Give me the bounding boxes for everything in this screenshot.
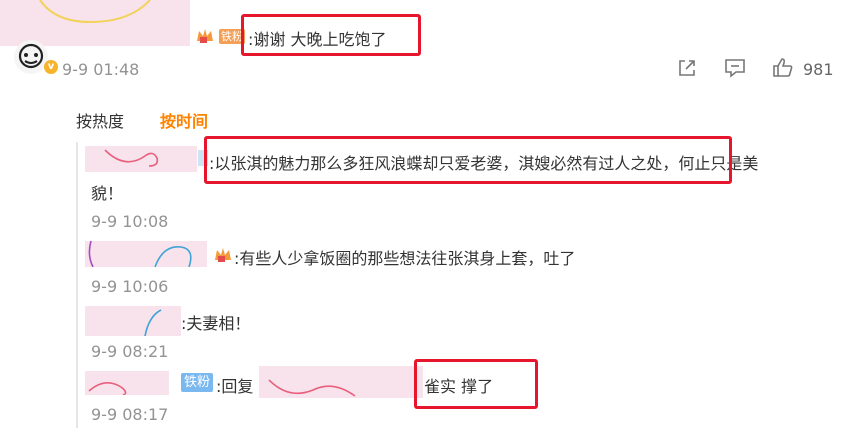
reply-time: 9-9 08:17	[91, 405, 169, 424]
reply-prefix: :回复	[216, 377, 254, 396]
reply-time: 9-9 08:21	[91, 342, 169, 361]
redaction-scribble	[144, 309, 162, 336]
highlight-box	[241, 14, 421, 56]
redacted-username	[85, 146, 197, 172]
avatar[interactable]	[14, 40, 48, 74]
reply-time: 9-9 10:08	[91, 212, 169, 231]
crown-icon	[215, 248, 231, 262]
redacted-username	[85, 371, 169, 395]
vip-v-icon: v	[44, 60, 58, 74]
redaction-scribble	[104, 149, 159, 167]
like-icon[interactable]	[772, 57, 794, 79]
main-comment-time: 9-9 01:48	[62, 60, 140, 79]
redacted-reply-target	[259, 366, 423, 398]
reply-text: :夫妻相！	[181, 314, 251, 333]
share-icon[interactable]	[677, 58, 697, 78]
fan-badge: 铁粉	[181, 373, 214, 392]
reply-text-continued: 貌！	[91, 184, 124, 203]
tab-by-heat[interactable]: 按热度	[76, 108, 124, 132]
avatar-icon	[18, 43, 44, 69]
tab-by-time[interactable]: 按时间	[160, 108, 208, 132]
reply-text: :有些人少拿饭圈的那些想法往张淇身上套，吐了	[234, 249, 576, 268]
redacted-username	[85, 306, 181, 336]
redaction-scribble	[268, 379, 356, 397]
highlight-box	[204, 136, 732, 184]
redaction-scribble	[88, 382, 127, 395]
redacted-username	[85, 241, 207, 267]
like-count: 981	[803, 60, 834, 79]
comment-icon[interactable]	[724, 58, 746, 78]
reply-time: 9-9 10:06	[91, 277, 169, 296]
highlight-box	[414, 359, 538, 409]
crown-icon	[197, 29, 213, 43]
redaction-scribble	[88, 241, 192, 267]
